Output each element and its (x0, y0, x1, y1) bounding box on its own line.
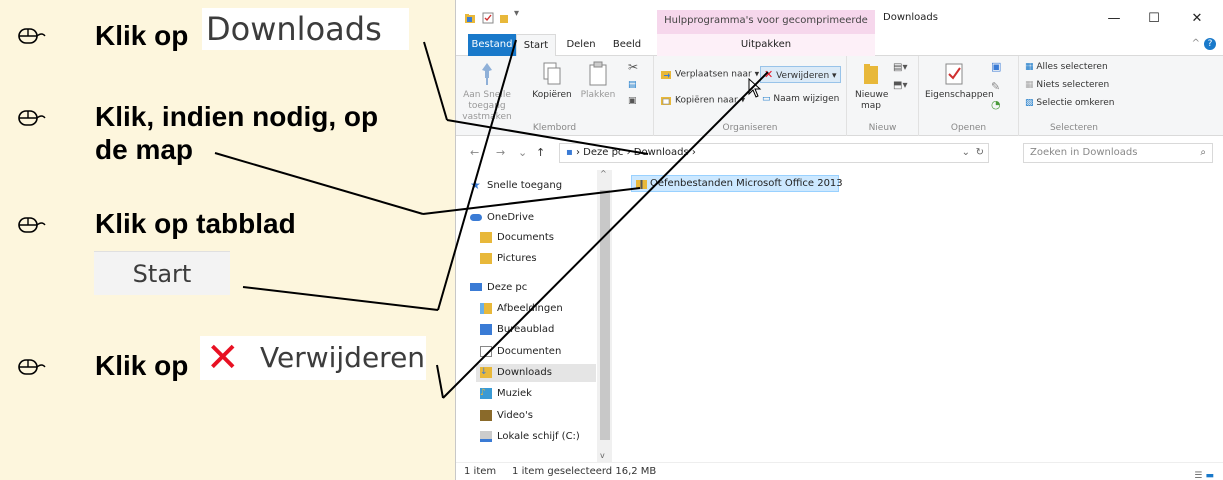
callout-line-folder-2 (422, 187, 641, 215)
callout-line-delete-1 (436, 364, 444, 399)
callout-lines (214, 39, 769, 399)
callout-line-downloads-1 (423, 41, 448, 121)
callout-line-folder-1 (214, 152, 424, 215)
callout-line-start-1 (242, 286, 439, 311)
callout-line-downloads-2 (446, 119, 649, 155)
callout-line-start-2 (437, 39, 517, 311)
